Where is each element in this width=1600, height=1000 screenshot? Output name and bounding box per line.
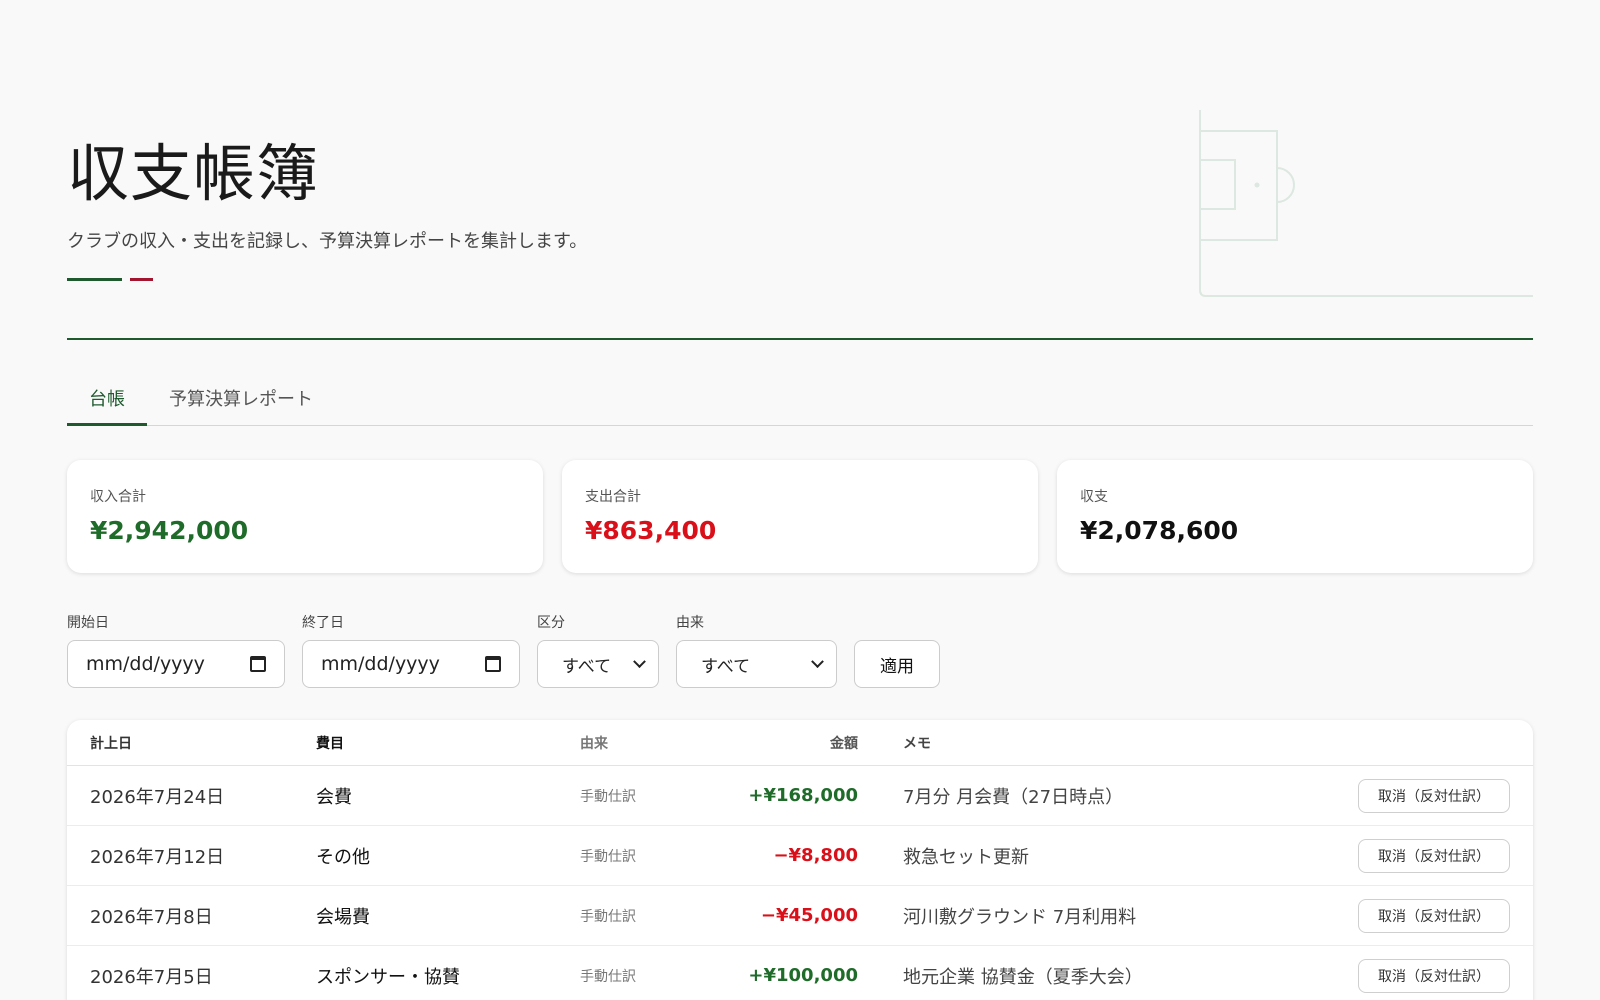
type-select[interactable]: すべて <box>537 640 659 688</box>
origin-selected-value: すべて <box>701 656 751 677</box>
row-memo: 河川敷グラウンド 7月利用料 <box>903 906 1137 928</box>
row-date: 2026年7月24日 <box>90 786 225 808</box>
calendar-icon[interactable] <box>250 656 266 672</box>
expense-label: 支出合計 <box>585 489 641 505</box>
row-actions: 取消（反対仕訳） <box>1334 778 1533 813</box>
balance-card: 収支 ¥2,078,600 <box>1057 460 1533 573</box>
type-label: 区分 <box>537 615 565 631</box>
page-subtitle: クラブの収入・支出を記録し、予算決算レポートを集計します。 <box>67 231 588 252</box>
cancel-entry-button[interactable]: 取消（反対仕訳） <box>1358 778 1510 813</box>
income-label: 収入合計 <box>90 489 146 505</box>
soccer-pitch-icon <box>1199 110 1533 297</box>
page: 収支帳簿 クラブの収入・支出を記録し、予算決算レポートを集計します。 台帳 予算… <box>0 0 1600 1000</box>
row-actions: 取消（反対仕訳） <box>1334 898 1533 933</box>
origin-select[interactable]: すべて <box>676 640 837 688</box>
row-date: 2026年7月12日 <box>90 846 225 868</box>
header-date: 計上日 <box>90 735 132 752</box>
tab-ledger[interactable]: 台帳 <box>67 372 147 426</box>
start-date-label: 開始日 <box>67 615 109 631</box>
table-header: 計上日 費目 由来 金額 メモ <box>67 720 1533 766</box>
tab-bar: 台帳 予算決算レポート <box>67 372 1533 426</box>
row-date: 2026年7月8日 <box>90 906 213 928</box>
summary-cards: 収入合計 ¥2,942,000 支出合計 ¥863,400 収支 ¥2,078,… <box>67 460 1533 573</box>
row-source: 手動仕訳 <box>580 908 636 925</box>
table-row: 2026年7月8日 会場費 手動仕訳 −¥45,000 河川敷グラウンド 7月利… <box>67 886 1533 946</box>
income-card: 収入合計 ¥2,942,000 <box>67 460 543 573</box>
accent-bar-red <box>130 278 153 281</box>
start-date-placeholder: mm/dd/yyyy <box>86 653 205 675</box>
row-memo: 7月分 月会費（27日時点） <box>903 786 1124 808</box>
header-amount: 金額 <box>830 735 858 752</box>
row-source: 手動仕訳 <box>580 968 636 985</box>
tab-budget-report[interactable]: 予算決算レポート <box>147 372 335 426</box>
filter-bar: 開始日 mm/dd/yyyy 終了日 mm/dd/yyyy 区分 すべて 由来 … <box>67 612 940 688</box>
expense-value: ¥863,400 <box>585 516 717 545</box>
row-category: その他 <box>316 846 370 868</box>
page-header: 収支帳簿 クラブの収入・支出を記録し、予算決算レポートを集計します。 <box>67 0 1533 340</box>
type-field: 区分 すべて <box>537 612 659 688</box>
page-title: 収支帳簿 <box>67 137 320 210</box>
apply-button[interactable]: 適用 <box>854 640 940 688</box>
cancel-entry-button[interactable]: 取消（反対仕訳） <box>1358 898 1510 933</box>
start-date-field: 開始日 mm/dd/yyyy <box>67 612 285 688</box>
origin-label: 由来 <box>676 615 704 631</box>
table-row: 2026年7月5日 スポンサー・協賛 手動仕訳 +¥100,000 地元企業 協… <box>67 946 1533 1000</box>
table-row: 2026年7月24日 会費 手動仕訳 +¥168,000 7月分 月会費（27日… <box>67 766 1533 826</box>
row-amount: +¥100,000 <box>748 965 858 986</box>
row-category: 会場費 <box>316 906 370 928</box>
row-date: 2026年7月5日 <box>90 966 213 988</box>
header-source: 由来 <box>580 735 608 752</box>
end-date-field: 終了日 mm/dd/yyyy <box>302 612 520 688</box>
ledger-table: 計上日 費目 由来 金額 メモ 2026年7月24日 会費 手動仕訳 +¥168… <box>67 720 1533 1000</box>
balance-value: ¥2,078,600 <box>1080 516 1239 545</box>
cancel-entry-button[interactable]: 取消（反対仕訳） <box>1358 838 1510 873</box>
row-actions: 取消（反対仕訳） <box>1334 958 1533 993</box>
header-category: 費目 <box>316 735 344 752</box>
accent-bar-green <box>67 278 122 281</box>
income-value: ¥2,942,000 <box>90 516 249 545</box>
row-category: スポンサー・協賛 <box>316 966 460 988</box>
end-date-label: 終了日 <box>302 615 344 631</box>
start-date-input[interactable]: mm/dd/yyyy <box>67 640 285 688</box>
row-source: 手動仕訳 <box>580 848 636 865</box>
row-amount: +¥168,000 <box>748 785 858 806</box>
calendar-icon[interactable] <box>485 656 501 672</box>
row-amount: −¥8,800 <box>773 845 858 866</box>
row-actions: 取消（反対仕訳） <box>1334 838 1533 873</box>
header-memo: メモ <box>903 735 931 752</box>
row-source: 手動仕訳 <box>580 788 636 805</box>
end-date-placeholder: mm/dd/yyyy <box>321 653 440 675</box>
cancel-entry-button[interactable]: 取消（反対仕訳） <box>1358 958 1510 993</box>
row-memo: 救急セット更新 <box>903 846 1029 868</box>
chevron-down-icon <box>633 654 646 668</box>
chevron-down-icon <box>811 654 824 668</box>
table-row: 2026年7月12日 その他 手動仕訳 −¥8,800 救急セット更新 取消（反… <box>67 826 1533 886</box>
row-category: 会費 <box>316 786 352 808</box>
row-amount: −¥45,000 <box>760 905 858 926</box>
expense-card: 支出合計 ¥863,400 <box>562 460 1038 573</box>
type-selected-value: すべて <box>562 656 612 677</box>
end-date-input[interactable]: mm/dd/yyyy <box>302 640 520 688</box>
origin-field: 由来 すべて <box>676 612 837 688</box>
row-memo: 地元企業 協賛金（夏季大会） <box>903 966 1143 988</box>
balance-label: 収支 <box>1080 489 1108 505</box>
